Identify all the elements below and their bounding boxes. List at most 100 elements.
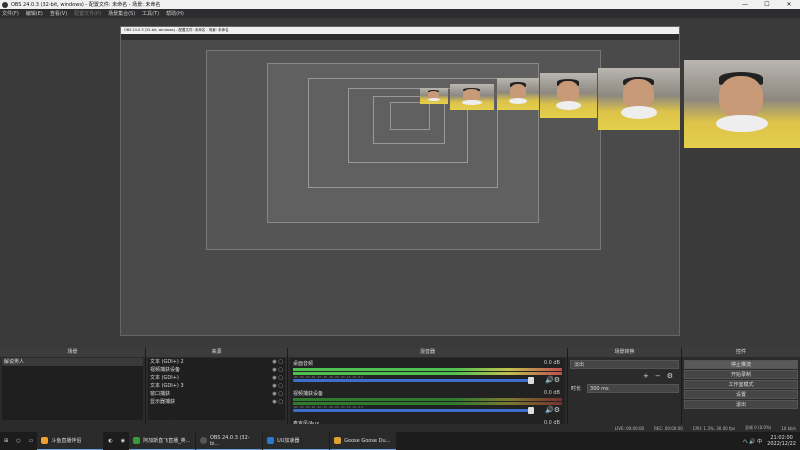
webcam-thumbnail	[450, 84, 494, 110]
add-transition-button[interactable]: +	[643, 372, 649, 380]
taskbar-app[interactable]: OBS 24.0.3 (32-bi...	[196, 432, 263, 450]
exit-button[interactable]: 退出	[684, 400, 798, 409]
source-item[interactable]: 文本 (GDI+) ◉ ▢	[148, 374, 285, 382]
webcam-thumbnail	[598, 68, 680, 130]
maximize-button[interactable]: ☐	[756, 1, 778, 8]
window-title: OBS 24.0.3 (32-bit, windows) - 配置文件: 未命名…	[11, 2, 161, 8]
duration-row: 时长 300 ms	[568, 383, 681, 394]
stop-streaming-button[interactable]: 停止推流	[684, 360, 798, 369]
start-icon[interactable]: ⊞	[0, 432, 12, 450]
controls-header: 控件	[682, 348, 800, 357]
volume-slider[interactable]	[293, 407, 534, 414]
mixer-channels: 桌面音频 0.0 dB -60 -55 -50 -45 -40 -35 -30 …	[290, 358, 565, 432]
volume-slider[interactable]	[293, 377, 534, 384]
obs-icon	[200, 437, 207, 444]
scene-item[interactable]: 解说男人	[2, 358, 143, 366]
scenes-panel: 场景 解说男人 + − ⌃ ⌄	[0, 348, 146, 432]
volume-meter	[293, 368, 562, 371]
slider-knob[interactable]	[528, 407, 534, 414]
tray-icons[interactable]: へ 🔊 中	[743, 438, 762, 445]
taskbar-app[interactable]: Goose Goose Du...	[330, 432, 397, 450]
taskbar-app[interactable]: UU加速器	[263, 432, 330, 450]
eye-lock-icon[interactable]: ◉ ▢	[272, 382, 283, 390]
goose-icon	[334, 437, 342, 444]
uu-icon	[267, 437, 275, 444]
speaker-gear-icon[interactable]: 🔊⚙	[545, 376, 560, 384]
menu-tools[interactable]: 工具(T)	[142, 10, 159, 17]
menu-help[interactable]: 帮助(H)	[166, 10, 184, 17]
sources-header: 来源	[146, 348, 287, 357]
source-item[interactable]: 文本 (GDI+) 2 ◉ ▢	[148, 358, 285, 366]
menu-edit[interactable]: 编辑(E)	[26, 10, 43, 17]
transition-buttons: + − ⚙	[568, 372, 681, 380]
task-label: 阿加斯直飞直播_英...	[143, 438, 191, 444]
source-label: 视频捕获设备	[150, 367, 181, 373]
slider-knob[interactable]	[528, 377, 534, 384]
channel-db: 0.0 dB	[543, 390, 560, 396]
duration-label: 时长	[571, 386, 582, 392]
transition-settings-button[interactable]: ⚙	[667, 372, 673, 380]
remove-transition-button[interactable]: −	[655, 372, 661, 380]
task-label: Goose Goose Du...	[344, 437, 391, 444]
status-bar: LIVE: 00:00:00 REC: 00:00:00 CPU: 1.3%, …	[0, 424, 800, 432]
source-item[interactable]: 窗口捕获 ◉ ▢	[148, 390, 285, 398]
menu-profile[interactable]: 配置文件(P)	[74, 10, 101, 17]
channel-name: 视频捕获设备	[293, 391, 324, 397]
duration-input[interactable]: 300 ms	[587, 384, 679, 393]
cpu-status: CPU: 1.3%, 30.00 fps	[692, 425, 735, 431]
transition-select[interactable]: 淡出	[570, 360, 679, 369]
task-label: UU加速器	[277, 438, 300, 444]
scenes-header: 场景	[0, 348, 145, 357]
eye-lock-icon[interactable]: ◉ ▢	[272, 374, 283, 382]
mixer-channel-video: 视频捕获设备 0.0 dB -60 -55 -50 -45 -40 -35 -3…	[293, 390, 562, 418]
volume-meter	[293, 398, 562, 401]
mixer-channel-desktop: 桌面音频 0.0 dB -60 -55 -50 -45 -40 -35 -30 …	[293, 360, 562, 388]
search-icon[interactable]: ○	[12, 432, 24, 450]
task-view-icon[interactable]: ▭	[25, 432, 38, 450]
eye-lock-icon[interactable]: ◉ ▢	[272, 358, 283, 366]
obs-logo-icon	[2, 1, 8, 8]
tunnel-frame	[390, 102, 430, 130]
windows-taskbar: ⊞ ○ ▭ 斗鱼直播伴侣 ◐ ◉ 阿加斯直飞直播_英... OBS 24.0.3…	[0, 432, 800, 450]
channel-name: 桌面音频	[293, 361, 314, 367]
rec-status: REC: 00:00:00	[654, 425, 683, 431]
speaker-gear-icon[interactable]: 🔊⚙	[545, 406, 560, 414]
edge-icon[interactable]: ◐	[104, 432, 116, 450]
source-item[interactable]: 文本 (GDI+) 3 ◉ ▢	[148, 382, 285, 390]
mixer-header: 混音器	[288, 348, 567, 357]
taskbar-app[interactable]: 阿加斯直飞直播_英...	[129, 432, 196, 450]
task-label: 斗鱼直播伴侣	[51, 438, 82, 444]
webcam-thumbnail	[540, 73, 597, 118]
source-label: 文本 (GDI+) 2	[150, 359, 184, 365]
title-bar: OBS 24.0.3 (32-bit, windows) - 配置文件: 未命名…	[0, 0, 800, 9]
studio-mode-button[interactable]: 工作室模式	[684, 380, 798, 389]
menu-scene-collection[interactable]: 场景集合(S)	[108, 10, 135, 17]
preview-canvas[interactable]: OBS 24.0.3 (32-bit, windows) - 配置文件: 未命名…	[0, 18, 800, 348]
menu-bar: 文件(F) 编辑(E) 查看(V) 配置文件(P) 场景集合(S) 工具(T) …	[0, 9, 800, 18]
webcam-thumbnail	[497, 78, 539, 110]
eye-lock-icon[interactable]: ◉ ▢	[272, 366, 283, 374]
live-status: LIVE: 00:00:00	[614, 425, 645, 431]
scenes-list: 解说男人	[2, 358, 143, 420]
source-label: 文本 (GDI+) 3	[150, 383, 184, 389]
eye-lock-icon[interactable]: ◉ ▢	[272, 398, 283, 406]
menu-file[interactable]: 文件(F)	[2, 10, 19, 17]
settings-button[interactable]: 设置	[684, 390, 798, 399]
start-recording-button[interactable]: 开始录制	[684, 370, 798, 379]
nested-window-title: OBS 24.0.3 (32-bit, windows) - 配置文件: 未命名…	[121, 27, 679, 34]
minimize-button[interactable]: —	[734, 1, 756, 8]
source-item[interactable]: 显示器捕获 ◉ ▢	[148, 398, 285, 406]
close-button[interactable]: ✕	[778, 1, 800, 8]
transitions-header: 场景转换	[568, 348, 681, 357]
source-label: 窗口捕获	[150, 391, 171, 397]
mixer-panel: 混音器 桌面音频 0.0 dB -60 -55 -50 -45 -40 -35 …	[288, 348, 568, 432]
clock[interactable]: 21:02:00 2022/12/22	[767, 435, 796, 447]
webcam-main	[684, 60, 800, 148]
taskbar-app[interactable]: 斗鱼直播伴侣	[37, 432, 104, 450]
bitrate: 10 kb/s	[781, 425, 796, 431]
source-item[interactable]: 视频捕获设备 ◉ ▢	[148, 366, 285, 374]
chrome-icon[interactable]: ◉	[117, 432, 129, 450]
eye-lock-icon[interactable]: ◉ ▢	[272, 390, 283, 398]
channel-db: 0.0 dB	[543, 360, 560, 366]
menu-view[interactable]: 查看(V)	[50, 10, 67, 17]
